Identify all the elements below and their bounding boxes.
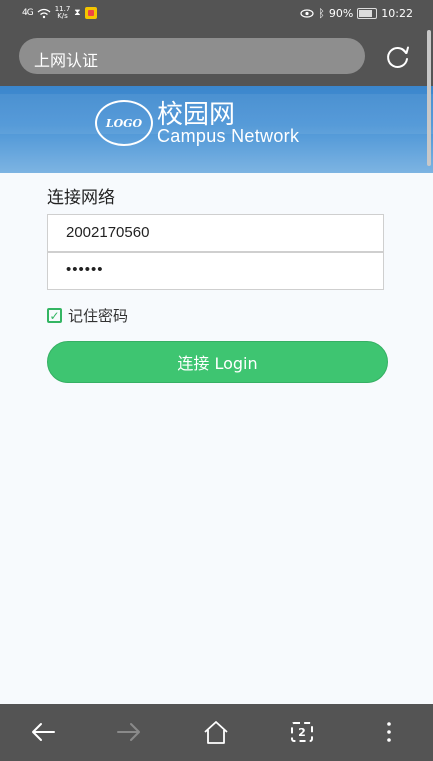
password-field[interactable]: •••••• (47, 252, 384, 290)
campus-banner: LOGO 校园网 Campus Network (0, 86, 433, 173)
address-bar[interactable]: 上网认证 (19, 38, 365, 74)
home-button[interactable] (201, 717, 231, 747)
page-scrollbar[interactable] (427, 30, 431, 166)
reload-icon[interactable] (385, 44, 411, 70)
status-left: 4G 11.7 K/s ⧗ (22, 6, 97, 20)
app-notification-icon (84, 7, 97, 19)
arrow-left-icon (32, 723, 55, 741)
wifi-icon (37, 8, 51, 18)
browser-toolbar: 上网认证 (0, 28, 433, 86)
arrow-right-icon (117, 723, 140, 741)
status-right: ᛒ 90% 10:22 (300, 7, 413, 20)
username-value: 2002170560 (66, 224, 150, 241)
banner-subtitle: Campus Network (157, 126, 300, 146)
remember-checkbox[interactable]: ✓ (47, 308, 62, 323)
status-bar: 4G 11.7 K/s ⧗ ᛒ 90% 10:22 (0, 0, 433, 28)
forward-button[interactable] (114, 717, 144, 747)
username-field[interactable]: 2002170560 (47, 214, 384, 252)
tabs-icon: 2 (291, 722, 313, 742)
login-button[interactable]: 连接 Login (47, 341, 388, 383)
remember-password[interactable]: ✓ 记住密码 (47, 305, 128, 326)
eye-icon (300, 9, 314, 18)
menu-button[interactable] (374, 717, 404, 747)
login-label: 连接 Login (177, 354, 258, 373)
form-title: 连接网络 (47, 188, 115, 208)
network-speed: 11.7 K/s (55, 6, 71, 20)
battery-icon (357, 8, 378, 19)
clock: 10:22 (381, 7, 413, 20)
battery-percent: 90% (328, 7, 354, 20)
speed-unit: K/s (57, 12, 68, 20)
home-icon (204, 721, 228, 744)
bluetooth-icon: ᛒ (318, 7, 325, 20)
tabs-count: 2 (298, 725, 306, 739)
page-title: 上网认证 (34, 53, 99, 70)
hourglass-icon: ⧗ (74, 8, 81, 18)
browser-nav-bar: 2 (0, 704, 433, 761)
remember-label: 记住密码 (68, 307, 129, 325)
password-value: •••••• (66, 261, 104, 278)
tabs-button[interactable]: 2 (287, 717, 317, 747)
signal-icon: 4G (22, 8, 34, 18)
logo: LOGO (95, 100, 153, 146)
back-button[interactable] (28, 717, 58, 747)
logo-text: LOGO (105, 116, 143, 130)
more-vertical-icon (387, 722, 391, 742)
